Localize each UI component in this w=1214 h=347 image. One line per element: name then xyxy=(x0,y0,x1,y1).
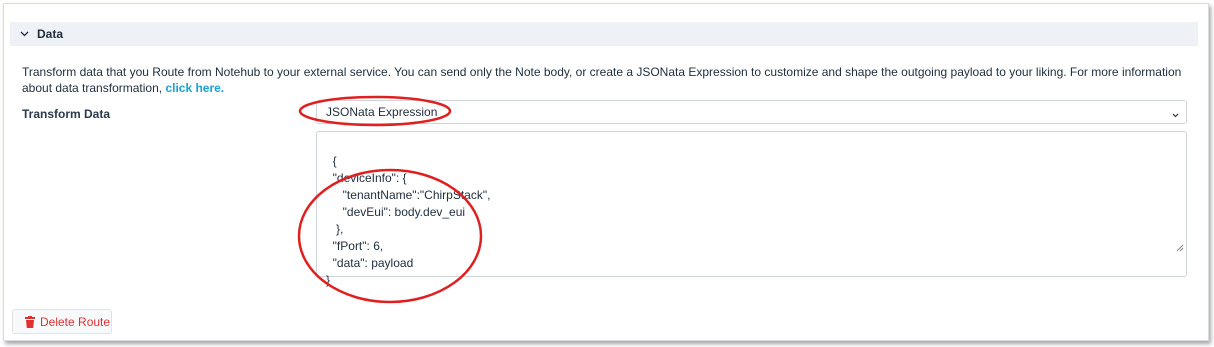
chevron-down-icon xyxy=(20,31,29,37)
transform-data-selected-value: JSONata Expression xyxy=(326,105,438,119)
delete-route-button[interactable]: Delete Route xyxy=(12,309,112,334)
transform-data-select[interactable]: JSONata Expression xyxy=(316,100,1187,124)
resize-handle-icon[interactable] xyxy=(1162,223,1184,274)
data-section-header[interactable]: Data xyxy=(10,22,1198,46)
chevron-down-icon xyxy=(1171,107,1180,125)
trash-icon xyxy=(25,315,35,328)
transform-data-label: Transform Data xyxy=(22,107,111,121)
jsonata-expression-editor[interactable]: { "deviceInfo": { "tenantName":"ChirpSta… xyxy=(316,131,1187,287)
jsonata-expression-text: { "deviceInfo": { "tenantName":"ChirpSta… xyxy=(326,154,491,287)
section-title: Data xyxy=(37,27,64,41)
delete-route-label: Delete Route xyxy=(40,314,111,329)
click-here-link[interactable]: click here. xyxy=(165,81,224,95)
section-description: Transform data that you Route from Noteh… xyxy=(22,64,1187,96)
